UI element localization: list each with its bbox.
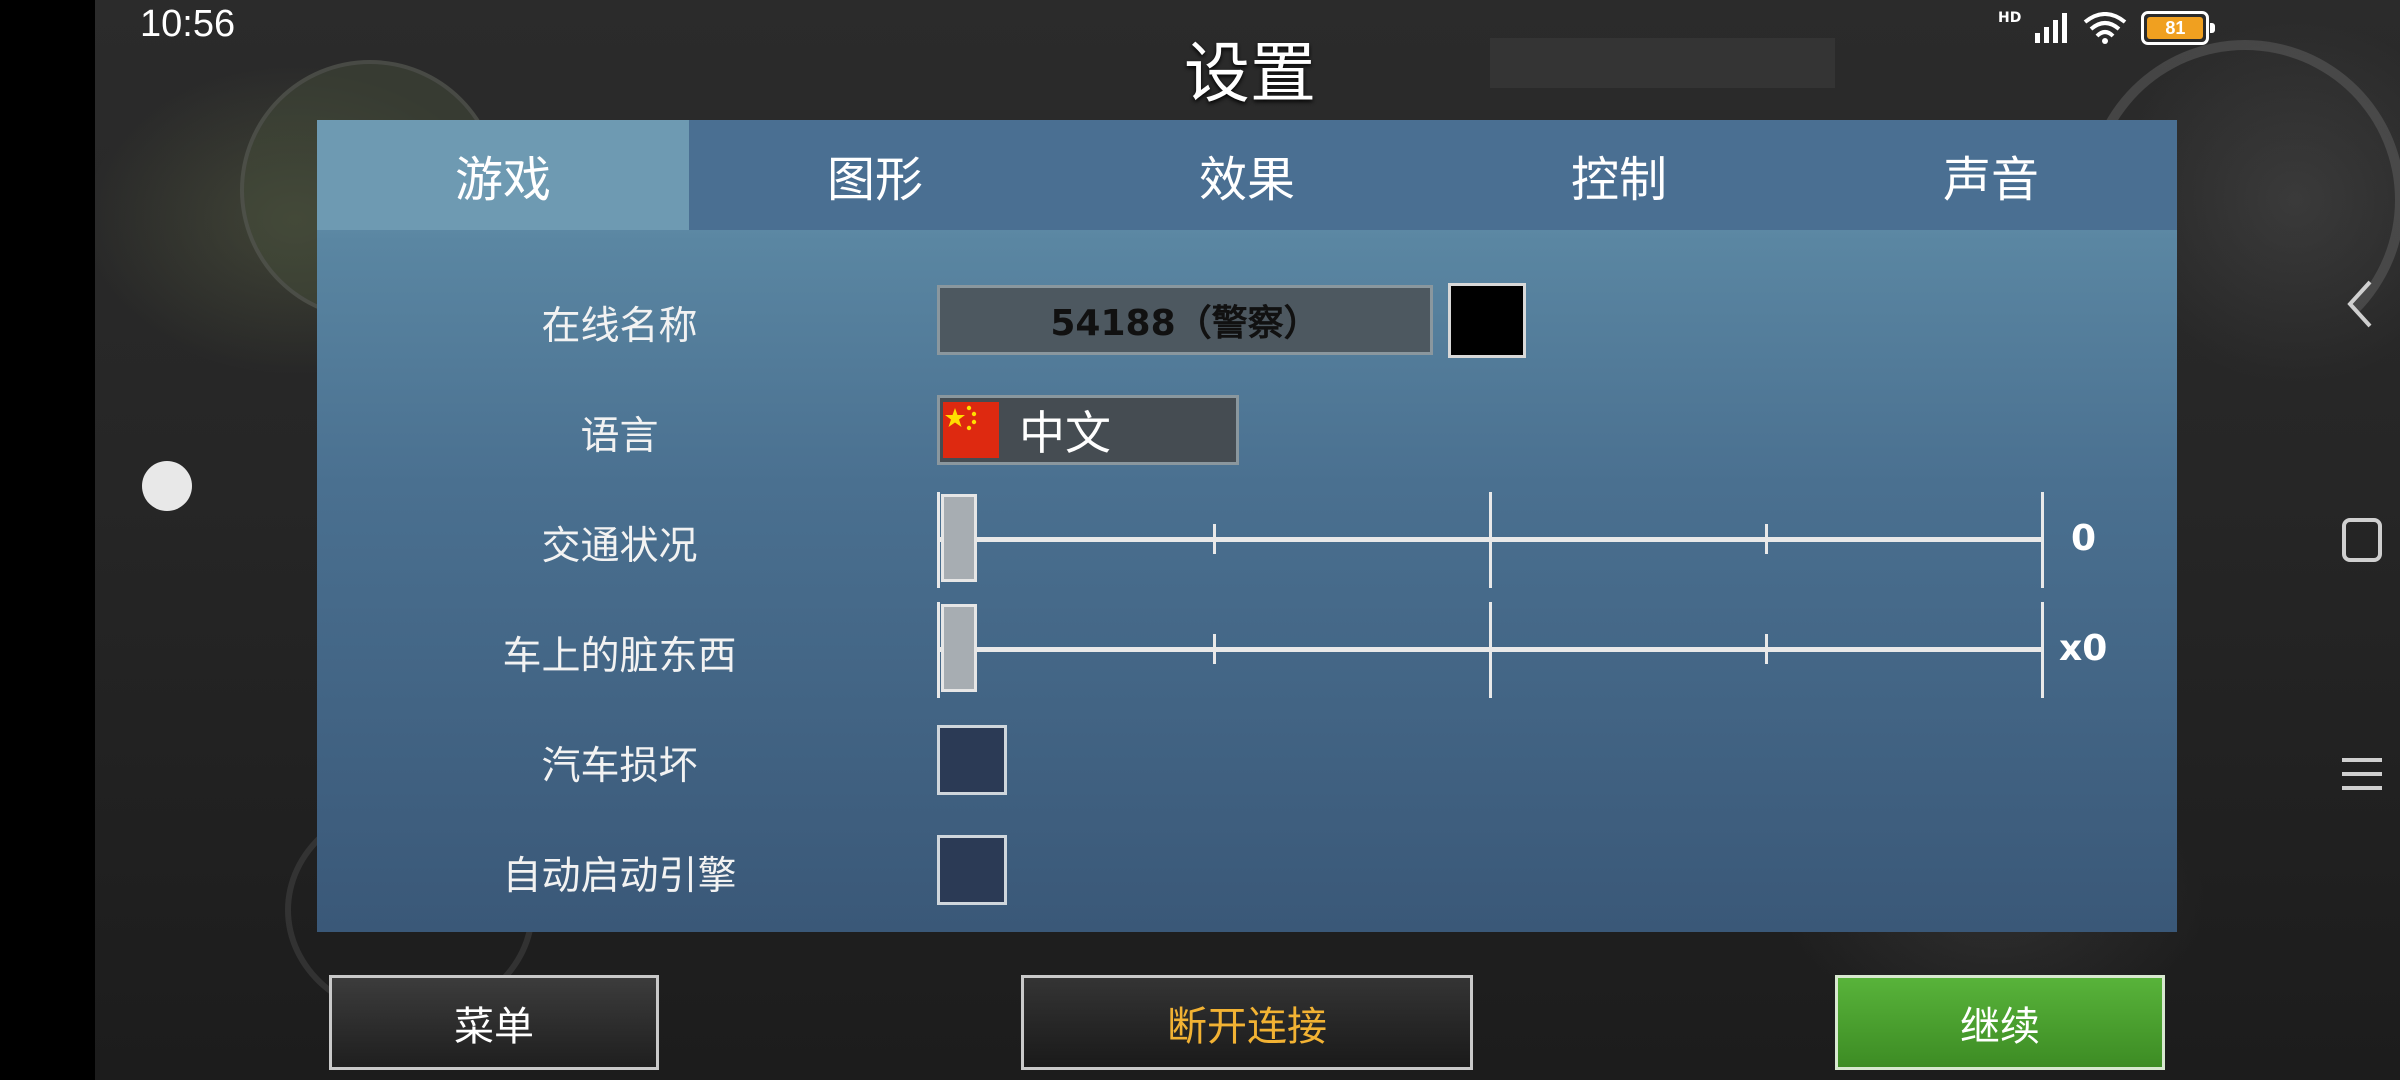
tab-game[interactable]: 游戏: [317, 120, 689, 230]
tab-effects[interactable]: 效果: [1061, 120, 1433, 230]
traffic-slider-thumb[interactable]: [941, 494, 977, 582]
tab-bar: 游戏 图形 效果 控制 声音: [317, 120, 2177, 230]
battery-level: 81: [2147, 17, 2204, 39]
auto-start-engine-label: 自动启动引擎: [502, 854, 737, 899]
recents-menu-icon[interactable]: [2340, 752, 2384, 796]
slider-track: [937, 647, 2044, 652]
menu-button[interactable]: 菜单: [329, 975, 659, 1070]
disconnect-button[interactable]: 断开连接: [1021, 975, 1473, 1070]
language-label: 语言: [580, 414, 659, 459]
car-dirt-slider-thumb[interactable]: [941, 604, 977, 692]
china-flag-icon: [943, 402, 999, 458]
car-damage-checkbox[interactable]: [937, 725, 1007, 795]
tab-sound[interactable]: 声音: [1805, 120, 2177, 230]
back-icon[interactable]: [2340, 276, 2380, 332]
name-color-swatch[interactable]: [1448, 283, 1526, 358]
slider-track: [937, 537, 2044, 542]
language-select[interactable]: 中文: [937, 395, 1239, 465]
chat-input-background: [1490, 38, 1835, 88]
traffic-label: 交通状况: [541, 524, 698, 569]
traffic-slider[interactable]: [937, 492, 2044, 588]
status-time: 10:56: [140, 3, 236, 45]
car-dirt-slider[interactable]: [937, 602, 2044, 698]
home-square-icon[interactable]: [2340, 516, 2384, 564]
language-value: 中文: [1019, 406, 1111, 460]
floating-assist-button[interactable]: [142, 461, 192, 511]
online-name-label: 在线名称: [541, 304, 698, 349]
status-icons: HD 81: [1998, 8, 2216, 48]
tab-graphics[interactable]: 图形: [689, 120, 1061, 230]
settings-panel: 游戏 图形 效果 控制 声音 在线名称 54188（警察） 语言 中文 交通状况: [317, 120, 2177, 932]
battery-icon: 81: [2141, 11, 2216, 45]
car-damage-label: 汽车损坏: [541, 744, 698, 789]
car-dirt-value: x0: [2059, 628, 2108, 669]
wifi-icon: [2084, 12, 2127, 44]
auto-start-engine-checkbox[interactable]: [937, 835, 1007, 905]
car-dirt-label: 车上的脏东西: [502, 634, 737, 679]
hd-label: HD: [1998, 10, 2022, 26]
settings-title: 设置: [1184, 35, 1316, 112]
signal-icon: [2035, 13, 2068, 43]
continue-button[interactable]: 继续: [1835, 975, 2165, 1070]
online-name-field[interactable]: 54188（警察）: [937, 285, 1433, 355]
tab-controls[interactable]: 控制: [1433, 120, 1805, 230]
traffic-value: 0: [2071, 518, 2097, 559]
